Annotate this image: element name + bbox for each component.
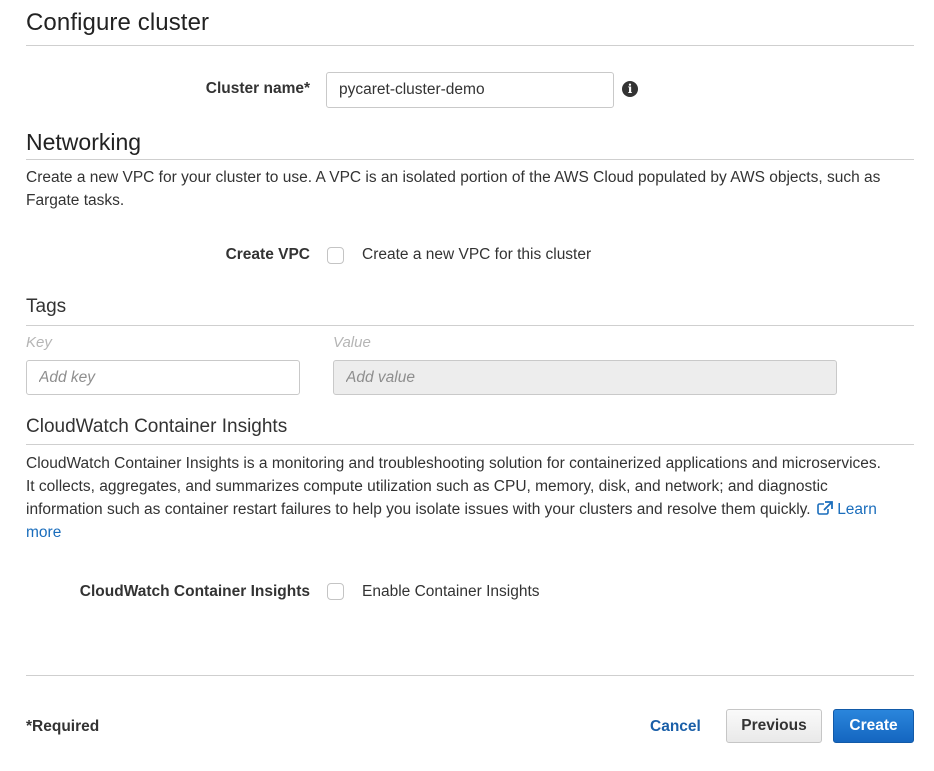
networking-description: Create a new VPC for your cluster to use… [26, 169, 881, 209]
create-button[interactable]: Create [833, 709, 914, 743]
enable-insights-checkbox[interactable] [327, 583, 344, 600]
insights-field-label: CloudWatch Container Insights [79, 583, 310, 600]
cluster-name-label: Cluster name* [205, 80, 310, 97]
insights-description-line: It collects, aggregates, and summarizes … [26, 478, 828, 495]
divider [26, 45, 914, 46]
create-vpc-label: Create VPC [225, 246, 310, 263]
tag-key-column-label: Key [26, 334, 52, 351]
insights-description-line-with-link: information such as container restart fa… [26, 498, 926, 521]
external-link-icon [817, 501, 833, 515]
info-icon[interactable]: i [622, 81, 638, 97]
tag-key-input[interactable] [26, 360, 300, 395]
required-note: *Required [26, 718, 100, 735]
insights-heading: CloudWatch Container Insights [26, 416, 288, 437]
cancel-button[interactable]: Cancel [650, 718, 701, 736]
tag-value-input [333, 360, 837, 395]
create-vpc-checkbox-label[interactable]: Create a new VPC for this cluster [362, 246, 591, 264]
insights-description-line: information such as container restart fa… [26, 501, 811, 518]
create-vpc-checkbox[interactable] [327, 247, 344, 264]
tag-value-column-label: Value [333, 334, 371, 351]
learn-more-text[interactable]: Learn [837, 501, 877, 518]
previous-button[interactable]: Previous [726, 709, 822, 743]
enable-insights-checkbox-label[interactable]: Enable Container Insights [362, 583, 540, 601]
divider [26, 444, 914, 445]
learn-more-link-continued[interactable]: more [26, 524, 61, 541]
insights-description-line: CloudWatch Container Insights is a monit… [26, 455, 881, 472]
tags-heading: Tags [26, 296, 67, 317]
insights-description: CloudWatch Container Insights is a monit… [26, 452, 926, 544]
networking-heading: Networking [26, 129, 142, 155]
learn-more-link[interactable]: Learn [815, 501, 877, 518]
footer-divider [26, 675, 914, 676]
cluster-name-input[interactable] [326, 72, 614, 108]
page-title: Configure cluster [26, 9, 210, 36]
divider [26, 325, 914, 326]
divider [26, 159, 914, 160]
